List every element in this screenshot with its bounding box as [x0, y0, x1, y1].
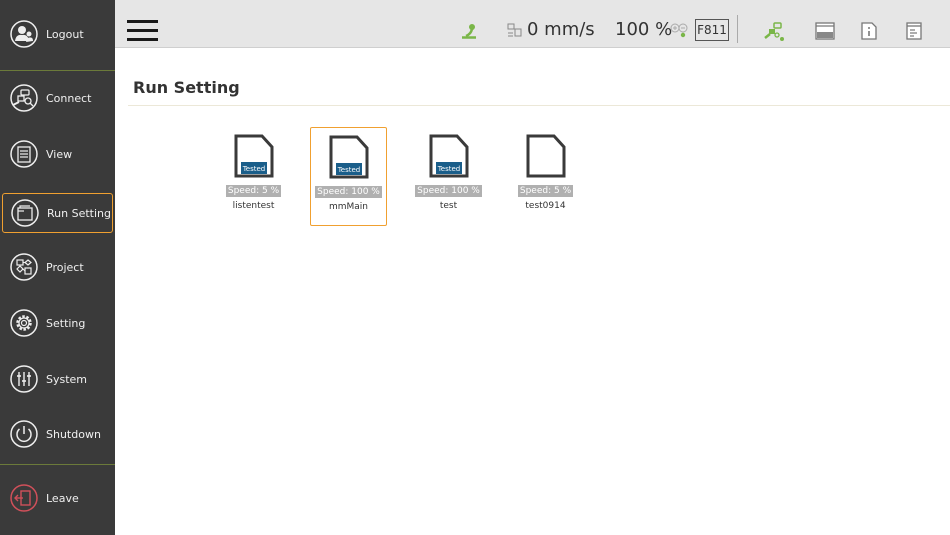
header-separator	[737, 15, 738, 43]
file-item-listentest[interactable]: Tested Speed: 5 % listentest	[215, 127, 292, 226]
keyboard-panel-icon[interactable]	[815, 21, 835, 41]
info-icon[interactable]	[860, 21, 878, 41]
sidebar-item-logout[interactable]: Logout	[2, 14, 113, 54]
speed-percent: 100 %	[615, 19, 673, 40]
connection-status-icon[interactable]	[763, 20, 785, 42]
sidebar-item-project[interactable]: Project	[2, 247, 113, 287]
page-title: Run Setting	[133, 78, 240, 97]
sidebar-item-run-setting[interactable]: Run Setting	[2, 193, 113, 233]
file-icon	[526, 134, 565, 178]
tested-badge: Tested	[336, 166, 360, 174]
system-sliders-icon	[10, 365, 38, 393]
speed-readout: 0 mm/s	[527, 19, 595, 40]
function-code-box[interactable]: F811	[695, 19, 729, 41]
file-item-test0914[interactable]: Speed: 5 % test0914	[507, 127, 584, 226]
sidebar-item-label: View	[46, 147, 73, 161]
sidebar-divider	[0, 464, 115, 465]
file-item-test[interactable]: Tested Speed: 100 % test	[410, 127, 487, 226]
run-setting-icon	[11, 199, 39, 227]
speed-mode-icon	[507, 23, 522, 37]
file-speed: Speed: 5 %	[225, 185, 282, 197]
sidebar-item-label: Project	[46, 260, 84, 274]
sidebar-item-system[interactable]: System	[2, 359, 113, 399]
tested-badge: Tested	[436, 165, 460, 173]
title-divider	[128, 105, 950, 106]
robot-status-icon	[462, 24, 476, 39]
file-speed: Speed: 100 %	[415, 185, 482, 197]
logout-icon	[10, 20, 38, 48]
view-icon	[10, 140, 38, 168]
sidebar-item-label: Setting	[46, 316, 86, 330]
file-icon: Tested	[429, 134, 468, 178]
sidebar: Logout Connect View Run Setting Project …	[0, 0, 115, 535]
app: Logout Connect View Run Setting Project …	[0, 0, 950, 535]
menu-button[interactable]	[127, 20, 159, 42]
tested-badge: Tested	[241, 165, 265, 173]
header: 0 mm/s 100 % F811	[115, 0, 950, 48]
log-panel-icon[interactable]	[905, 21, 923, 41]
power-icon	[10, 420, 38, 448]
file-name: listentest	[232, 201, 275, 211]
sidebar-item-view[interactable]: View	[2, 134, 113, 174]
connect-icon	[10, 84, 38, 112]
sidebar-item-label: Connect	[46, 91, 92, 105]
jog-adjust-icon[interactable]	[670, 22, 690, 38]
project-icon	[10, 253, 38, 281]
leave-icon	[10, 484, 38, 512]
sidebar-item-leave[interactable]: Leave	[2, 478, 113, 518]
gear-icon	[10, 309, 38, 337]
sidebar-item-label: System	[46, 372, 88, 386]
sidebar-item-label: Logout	[46, 27, 84, 41]
file-speed: Speed: 5 %	[517, 185, 574, 197]
sidebar-item-setting[interactable]: Setting	[2, 303, 113, 343]
file-name: mmMain	[328, 202, 369, 212]
sidebar-item-label: Leave	[46, 491, 79, 505]
file-icon: Tested	[329, 135, 368, 179]
sidebar-divider	[0, 70, 115, 71]
sidebar-item-label: Run Setting	[47, 206, 111, 220]
file-item-mmmain[interactable]: Tested Speed: 100 % mmMain	[310, 127, 387, 226]
sidebar-item-connect[interactable]: Connect	[2, 78, 113, 118]
file-name: test0914	[525, 201, 566, 211]
sidebar-item-shutdown[interactable]: Shutdown	[2, 414, 113, 454]
file-icon: Tested	[234, 134, 273, 178]
file-speed: Speed: 100 %	[315, 186, 382, 198]
file-name: test	[439, 201, 458, 211]
sidebar-item-label: Shutdown	[46, 427, 101, 441]
